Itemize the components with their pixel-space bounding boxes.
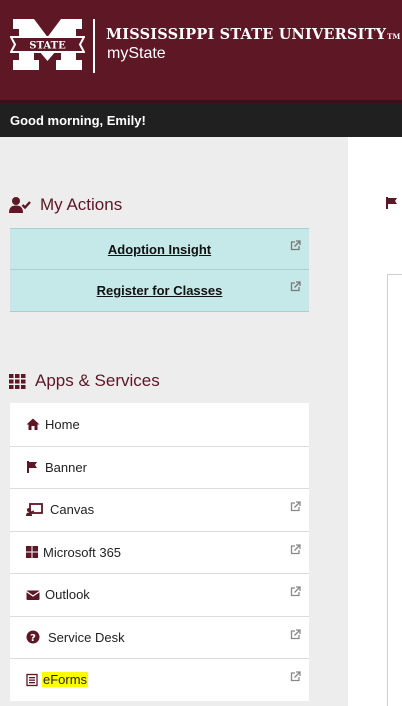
university-name: MISSISSIPPI STATE UNIVERSITYTM — [106, 26, 401, 43]
trademark: TM — [387, 32, 401, 41]
app-label[interactable]: Banner — [45, 460, 87, 475]
app-item-canvas[interactable]: Canvas — [10, 488, 309, 531]
site-header: STATE MISSISSIPPI STATE UNIVERSITYTM myS… — [0, 0, 402, 103]
user-check-icon — [9, 197, 31, 213]
app-item-home[interactable]: Home — [10, 403, 309, 446]
app-item-service-desk[interactable]: ? Service Desk — [10, 615, 309, 659]
svg-text:?: ? — [30, 633, 36, 644]
home-icon — [26, 418, 40, 431]
my-actions-heading: My Actions — [9, 195, 122, 215]
my-actions-list: Adoption Insight Register for Classes — [10, 228, 309, 312]
app-label[interactable]: Outlook — [45, 587, 90, 602]
app-item-microsoft-365[interactable]: Microsoft 365 — [10, 530, 309, 574]
apps-services-title: Apps & Services — [35, 371, 160, 390]
action-label[interactable]: Adoption Insight — [108, 242, 211, 257]
flag-icon — [386, 197, 397, 209]
my-actions-title: My Actions — [40, 195, 123, 214]
external-link-icon — [290, 628, 301, 639]
app-label[interactable]: eForms — [42, 672, 89, 688]
external-link-icon — [290, 240, 301, 251]
action-register-for-classes[interactable]: Register for Classes — [10, 270, 309, 312]
app-label[interactable]: Service Desk — [48, 630, 125, 645]
app-item-eforms[interactable]: eForms — [10, 658, 309, 701]
action-label[interactable]: Register for Classes — [97, 283, 223, 298]
external-link-icon — [290, 586, 301, 597]
greeting-bar: Good morning, Emily! — [0, 103, 402, 137]
form-icon — [26, 673, 38, 686]
windows-icon — [26, 546, 38, 559]
external-link-icon — [290, 501, 301, 512]
app-item-banner[interactable]: Banner — [10, 445, 309, 489]
envelope-icon — [26, 590, 40, 600]
apps-services-list: Home Banner Canvas Microsoft 365 Outlook… — [10, 403, 309, 701]
external-link-icon — [290, 671, 301, 682]
external-link-icon — [290, 281, 301, 292]
app-name: myState — [107, 45, 166, 62]
svg-text:STATE: STATE — [29, 41, 66, 52]
app-label[interactable]: Canvas — [50, 502, 94, 517]
greeting-text: Good morning, Emily! — [10, 113, 146, 128]
app-label[interactable]: Microsoft 365 — [43, 545, 121, 560]
apps-services-heading: Apps & Services — [9, 371, 160, 391]
action-adoption-insight[interactable]: Adoption Insight — [10, 228, 309, 270]
app-label[interactable]: Home — [45, 417, 80, 432]
grid-icon — [9, 373, 26, 389]
main-content-card — [387, 274, 402, 706]
question-circle-icon: ? — [26, 630, 40, 644]
chalkboard-icon — [26, 502, 43, 516]
external-link-icon — [290, 543, 301, 554]
flag-icon — [27, 461, 37, 474]
msu-logo-icon[interactable]: STATE — [10, 17, 85, 72]
app-item-outlook[interactable]: Outlook — [10, 573, 309, 616]
logo-divider — [93, 19, 95, 73]
